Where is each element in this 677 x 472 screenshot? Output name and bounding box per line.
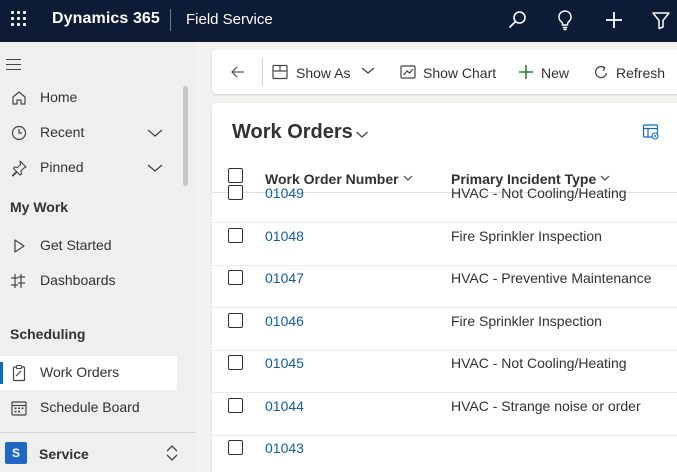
chart-icon: [399, 63, 417, 81]
plus-icon[interactable]: [602, 8, 626, 32]
row-checkbox[interactable]: [228, 270, 243, 285]
plus-icon: [517, 63, 535, 81]
incident-type-cell: HVAC - Preventive Maintenance: [451, 270, 652, 286]
table-row[interactable]: 01049 HVAC - Not Cooling/Heating: [212, 180, 677, 223]
show-as-label: Show As: [296, 65, 351, 81]
sidebar-item-pinned[interactable]: Pinned: [0, 151, 182, 185]
sidebar-item-work-orders[interactable]: Work Orders: [0, 356, 177, 390]
header-divider: [170, 9, 171, 31]
row-checkbox[interactable]: [228, 355, 243, 370]
chevron-down-icon[interactable]: [147, 126, 163, 140]
work-order-number-link[interactable]: 01045: [265, 355, 304, 371]
incident-type-cell: HVAC - Not Cooling/Heating: [451, 185, 627, 201]
sidebar-item-schedule-board[interactable]: Schedule Board: [0, 391, 182, 425]
command-bar: Show As Show Chart New Refresh: [212, 50, 677, 94]
grid-panel: Work Orders Work Order Number Primary In…: [212, 103, 677, 472]
back-button[interactable]: [227, 50, 253, 94]
app-brand[interactable]: Dynamics 365: [52, 10, 160, 28]
back-arrow-icon: [229, 63, 247, 81]
work-order-number-link[interactable]: 01047: [265, 270, 304, 286]
chevron-down-icon[interactable]: [147, 161, 163, 175]
table-row[interactable]: 01045 HVAC - Not Cooling/Heating: [212, 350, 677, 393]
pin-icon: [10, 159, 28, 177]
clipboard-icon: [10, 364, 28, 382]
table-row[interactable]: 01043: [212, 435, 677, 472]
work-order-number-link[interactable]: 01044: [265, 398, 304, 414]
active-indicator: [0, 362, 3, 384]
row-checkbox[interactable]: [228, 185, 243, 200]
work-order-number-link[interactable]: 01046: [265, 313, 304, 329]
sidebar-item-label: Dashboards: [40, 272, 116, 288]
command-divider: [262, 58, 263, 86]
chevron-down-icon: [360, 64, 378, 82]
sidebar-scrollbar[interactable]: [183, 86, 188, 186]
row-checkbox[interactable]: [228, 228, 243, 243]
refresh-label: Refresh: [616, 65, 666, 81]
row-checkbox[interactable]: [228, 313, 243, 328]
app-header: Dynamics 365 Field Service: [0, 0, 677, 42]
hamburger-menu-icon[interactable]: [6, 59, 21, 71]
incident-type-cell: HVAC - Strange noise or order: [451, 398, 641, 414]
area-badge: S: [5, 442, 27, 464]
sidebar-item-label: Pinned: [40, 159, 84, 175]
new-button[interactable]: New: [517, 50, 577, 94]
work-order-number-link[interactable]: 01043: [265, 440, 304, 456]
chevron-down-icon[interactable]: [355, 128, 369, 140]
chevron-down-icon: [600, 169, 610, 181]
layout-icon: [271, 63, 289, 81]
sidebar-item-label: Home: [40, 89, 78, 105]
filter-icon[interactable]: [649, 8, 673, 32]
show-as-button[interactable]: Show As: [271, 50, 391, 94]
sidebar-item-label: Get Started: [40, 237, 112, 253]
chevron-down-icon: [403, 169, 413, 181]
app-module-name[interactable]: Field Service: [186, 11, 273, 28]
section-title-scheduling: Scheduling: [10, 326, 86, 342]
refresh-button[interactable]: Refresh: [592, 50, 667, 94]
show-chart-button[interactable]: Show Chart: [399, 50, 499, 94]
work-order-number-link[interactable]: 01048: [265, 228, 304, 244]
table-row[interactable]: 01047 HVAC - Preventive Maintenance: [212, 265, 677, 308]
sidebar-item-label: Work Orders: [40, 364, 120, 380]
home-icon: [10, 89, 28, 107]
table-row[interactable]: 01044 HVAC - Strange noise or order: [212, 393, 677, 436]
clock-icon: [10, 124, 28, 142]
sidebar: Home Recent Pinned My Work Get Started D…: [0, 42, 196, 472]
area-label: Service: [39, 446, 89, 462]
row-checkbox[interactable]: [228, 398, 243, 413]
incident-type-cell: Fire Sprinkler Inspection: [451, 313, 602, 329]
play-icon: [10, 237, 28, 255]
edit-columns-icon[interactable]: [642, 123, 660, 141]
calendar-icon: [10, 399, 28, 417]
lightbulb-icon[interactable]: [553, 8, 577, 32]
incident-type-cell: Fire Sprinkler Inspection: [451, 228, 602, 244]
sidebar-item-get-started[interactable]: Get Started: [0, 229, 182, 263]
sidebar-item-label: Schedule Board: [40, 399, 140, 415]
chevron-up-down-icon[interactable]: [165, 443, 179, 463]
section-title-my-work: My Work: [10, 199, 69, 215]
new-label: New: [541, 65, 570, 81]
incident-type-cell: HVAC - Not Cooling/Heating: [451, 355, 627, 371]
sidebar-item-dashboards[interactable]: Dashboards: [0, 264, 182, 298]
refresh-icon: [592, 63, 610, 81]
sidebar-item-recent[interactable]: Recent: [0, 116, 182, 150]
area-switcher[interactable]: S Service: [0, 432, 196, 472]
show-chart-label: Show Chart: [423, 65, 497, 81]
search-icon[interactable]: [506, 8, 530, 32]
view-title[interactable]: Work Orders: [232, 121, 353, 144]
dashboard-icon: [10, 272, 28, 290]
row-checkbox[interactable]: [228, 440, 243, 455]
waffle-icon[interactable]: [9, 9, 29, 29]
table-row[interactable]: 01046 Fire Sprinkler Inspection: [212, 308, 677, 351]
table-row[interactable]: 01048 Fire Sprinkler Inspection: [212, 223, 677, 266]
sidebar-item-label: Recent: [40, 124, 85, 140]
sidebar-item-home[interactable]: Home: [0, 81, 182, 115]
work-order-number-link[interactable]: 01049: [265, 185, 304, 201]
